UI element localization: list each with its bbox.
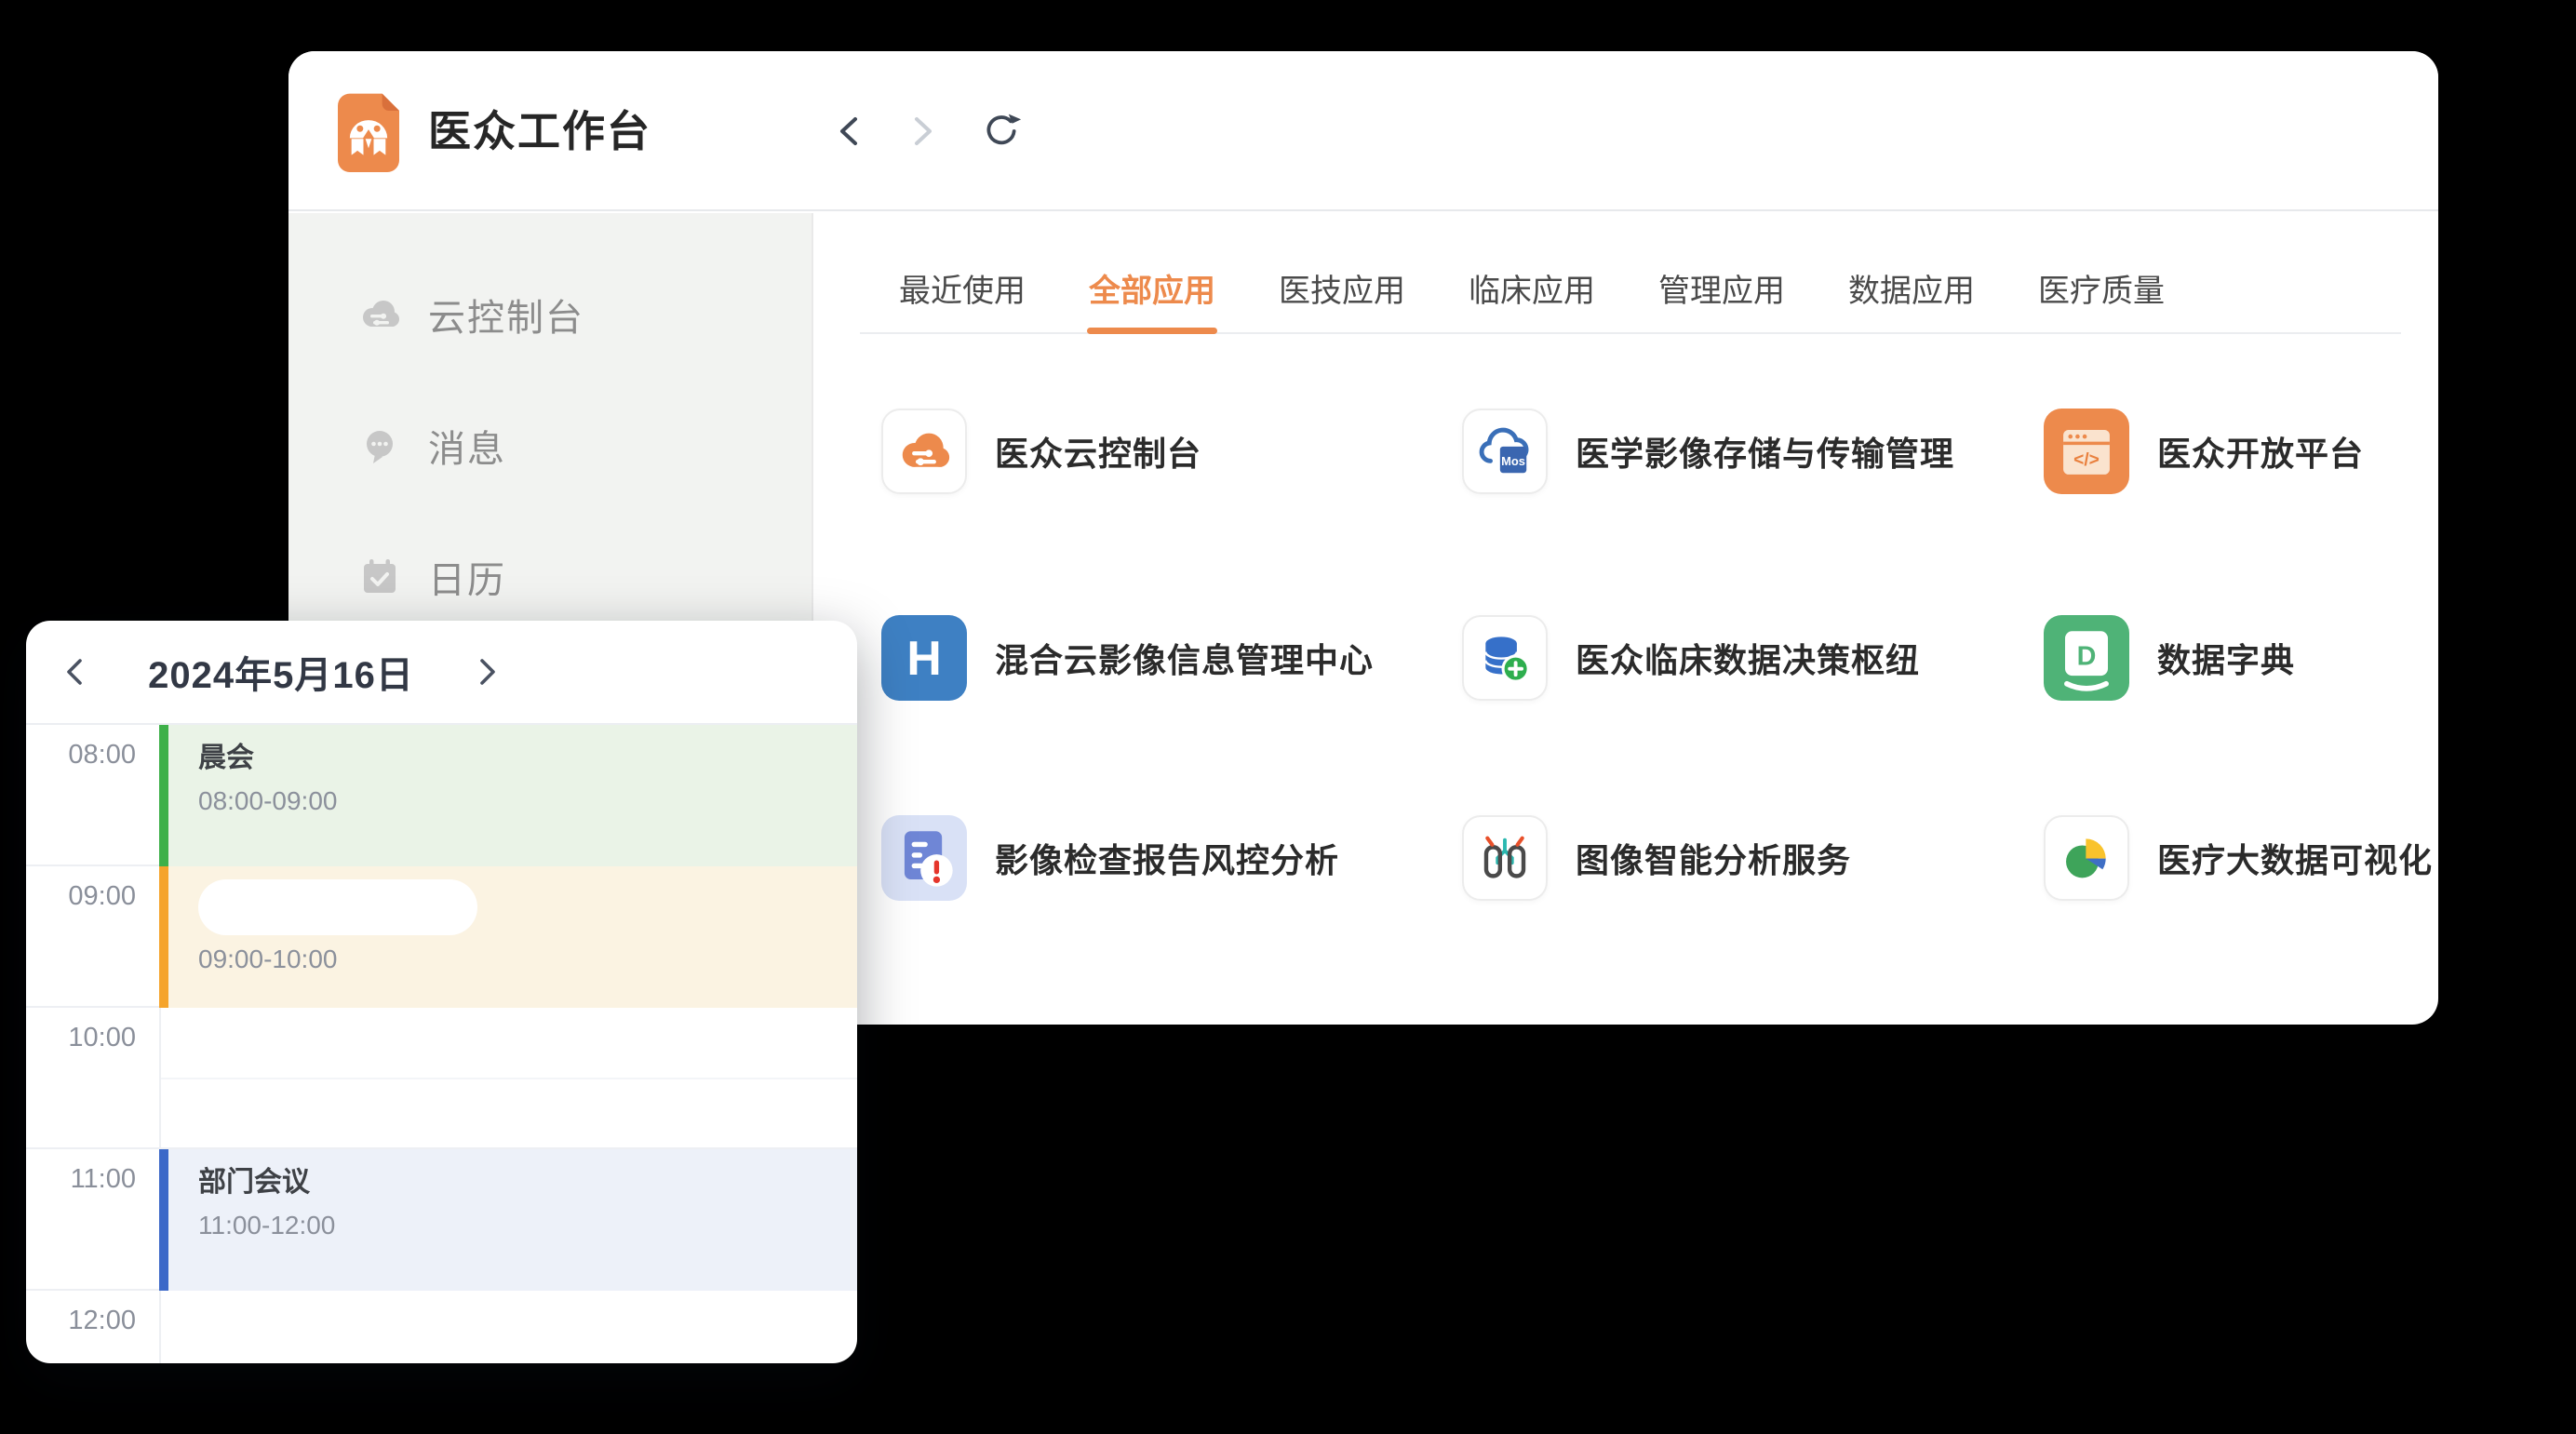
app-pacs-mos[interactable]: Mos 医学影像存储与传输管理 — [1462, 409, 2020, 494]
calendar-icon — [357, 555, 402, 599]
chevron-left-icon — [69, 661, 80, 683]
tab-admin[interactable]: 管理应用 — [1657, 261, 1787, 332]
app-label: 影像检查报告风控分析 — [995, 834, 1339, 882]
cloud-sliders-icon — [881, 409, 967, 494]
event-title-redacted-pill — [198, 879, 477, 935]
refresh-button[interactable] — [981, 111, 1022, 152]
app-big-data-visualization[interactable]: 医疗大数据可视化 — [2044, 815, 2438, 901]
chevron-right-icon — [917, 119, 930, 143]
svg-text:H: H — [906, 631, 941, 685]
svg-text:D: D — [2077, 642, 2097, 672]
app-label: 图像智能分析服务 — [1576, 834, 1851, 882]
time-label: 09:00 — [26, 881, 136, 912]
app-image-ai-analysis[interactable]: 图像智能分析服务 — [1462, 815, 2020, 901]
app-label: 医众云控制台 — [995, 427, 1201, 476]
calendar-date-label: 2024年5月16日 — [95, 645, 467, 699]
svg-text:Mos: Mos — [1501, 454, 1525, 468]
tab-data[interactable]: 数据应用 — [1846, 261, 1977, 332]
event-department-meeting[interactable]: 部门会议 11:00-12:00 — [159, 1149, 857, 1291]
window-header: 医众工作台 — [288, 51, 2438, 211]
app-report-risk-analysis[interactable]: 影像检查报告风控分析 — [881, 815, 1440, 901]
event-redacted[interactable]: 09:00-10:00 — [159, 866, 857, 1008]
app-clinical-data-hub[interactable]: 医众临床数据决策枢纽 — [1462, 615, 2020, 701]
time-label: 10:00 — [26, 1023, 136, 1053]
tab-recent[interactable]: 最近使用 — [897, 261, 1027, 332]
app-label: 混合云影像信息管理中心 — [995, 634, 1374, 682]
event-time: 09:00-10:00 — [198, 945, 857, 974]
event-morning-meeting[interactable]: 晨会 08:00-09:00 — [159, 725, 857, 866]
message-icon — [357, 423, 402, 468]
event-title: 晨会 — [198, 740, 857, 777]
app-cloud-console[interactable]: 医众云控制台 — [881, 409, 1440, 494]
calendar-day-grid: 08:00 09:00 10:00 11:00 12:00 晨会 08:00-0… — [26, 725, 857, 1363]
lungs-icon — [1462, 815, 1548, 901]
dictionary-book-icon: D — [2044, 615, 2129, 701]
time-label: 12:00 — [26, 1306, 136, 1336]
sidebar-item-calendar[interactable]: 日历 — [357, 553, 506, 601]
pie-chart-icon — [2044, 815, 2129, 901]
tab-all-apps[interactable]: 全部应用 — [1087, 261, 1217, 332]
calendar-next-day-button[interactable] — [467, 651, 508, 692]
sidebar-item-cloud-console[interactable]: 云控制台 — [357, 290, 584, 339]
svg-text:</>: </> — [2073, 450, 2100, 470]
calendar-header: 2024年5月16日 — [26, 621, 857, 725]
app-open-platform[interactable]: </> 医众开放平台 — [2044, 409, 2438, 494]
calendar-prev-day-button[interactable] — [54, 651, 95, 692]
sidebar-item-messages[interactable]: 消息 — [357, 422, 506, 470]
tab-medtech[interactable]: 医技应用 — [1277, 261, 1407, 332]
time-row-12[interactable]: 12:00 — [26, 1291, 857, 1363]
event-title: 部门会议 — [198, 1164, 857, 1201]
time-label: 08:00 — [26, 740, 136, 771]
app-title: 医众工作台 — [428, 98, 651, 165]
database-plus-icon — [1462, 615, 1548, 701]
app-label: 医众开放平台 — [2157, 427, 2364, 476]
event-time: 11:00-12:00 — [198, 1211, 857, 1240]
refresh-icon — [982, 112, 1021, 151]
app-logo-icon — [328, 90, 409, 172]
app-data-dictionary[interactable]: D 数据字典 — [2044, 615, 2438, 701]
report-alert-icon — [881, 815, 967, 901]
chevron-left-icon — [842, 119, 855, 143]
time-row-10[interactable]: 10:00 — [26, 1008, 857, 1149]
app-category-tabs: 最近使用 全部应用 医技应用 临床应用 管理应用 数据应用 医疗质量 — [860, 261, 2401, 334]
app-hybrid-cloud-imaging[interactable]: H 混合云影像信息管理中心 — [881, 615, 1440, 701]
app-label: 数据字典 — [2157, 634, 2295, 682]
sidebar-item-label: 云控制台 — [428, 288, 584, 342]
tab-clinical[interactable]: 临床应用 — [1467, 261, 1597, 332]
calendar-panel: 2024年5月16日 08:00 09:00 10:00 11:00 12:00… — [26, 621, 857, 1363]
sidebar-item-label: 消息 — [428, 419, 506, 473]
back-button[interactable] — [828, 111, 869, 152]
chevron-right-icon — [482, 661, 493, 683]
sidebar-item-label: 日历 — [428, 550, 506, 604]
app-label: 医众临床数据决策枢纽 — [1576, 634, 1920, 682]
app-label: 医学影像存储与传输管理 — [1576, 427, 1954, 476]
mos-cloud-icon: Mos — [1462, 409, 1548, 494]
forward-button[interactable] — [903, 111, 944, 152]
tab-quality[interactable]: 医疗质量 — [2036, 261, 2167, 332]
code-window-icon: </> — [2044, 409, 2129, 494]
letter-h-icon: H — [881, 615, 967, 701]
time-label: 11:00 — [26, 1164, 136, 1195]
event-time: 08:00-09:00 — [198, 786, 857, 816]
cloud-console-icon — [357, 292, 402, 337]
app-label: 医疗大数据可视化 — [2157, 834, 2433, 882]
